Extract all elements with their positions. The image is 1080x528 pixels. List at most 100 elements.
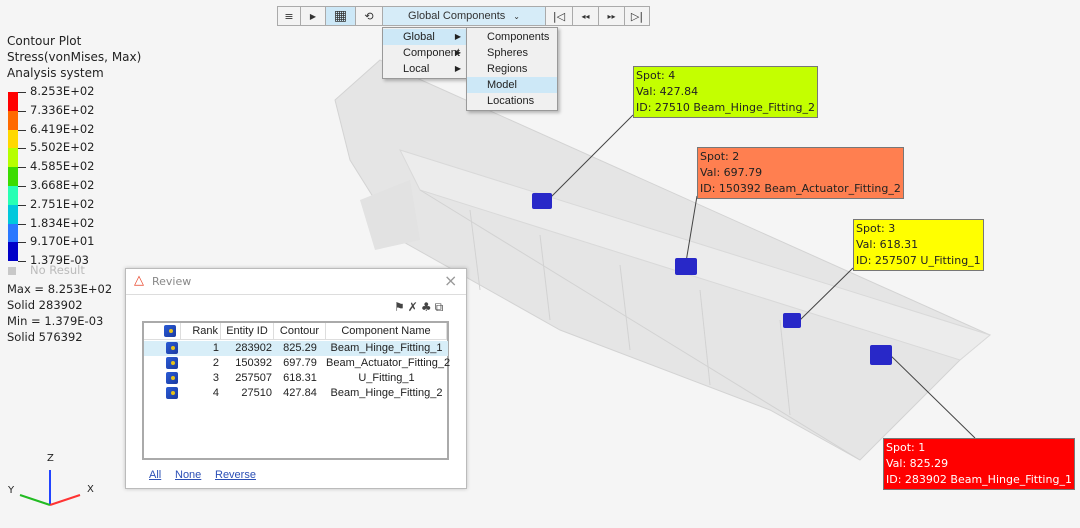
axis-y-label: Y (8, 485, 15, 496)
no-result-swatch (8, 267, 16, 275)
table-row[interactable]: 2 150392 697.79 Beam_Actuator_Fitting_2 (144, 356, 451, 371)
legend-tick (18, 110, 26, 112)
entity-icon (166, 342, 178, 354)
components-icon[interactable]: ♣ (421, 300, 435, 314)
review-tools: ⚑✗♣⧉ (394, 300, 446, 315)
spot-label-1[interactable]: Spot: 1 Val: 825.29 ID: 283902 Beam_Hinge_… (883, 438, 1075, 490)
cell-contour: 697.79 (283, 357, 317, 369)
flag-icon[interactable]: ⚑ (394, 300, 408, 314)
submenu-item-components[interactable]: Components (467, 29, 557, 45)
axis-x-label: X (87, 484, 94, 495)
cell-entity-id: 257507 (235, 372, 272, 384)
header-entity-id[interactable]: Entity ID (221, 323, 274, 340)
contour-legend-title: Contour Plot Stress(vonMises, Max) Analy… (7, 33, 141, 81)
review-dialog: △ Review × ⚑✗♣⧉ Rank Entity ID Contour C… (125, 268, 467, 489)
select-none-link[interactable]: None (175, 469, 201, 481)
spot-number: Spot: 3 (856, 222, 896, 235)
pick-button[interactable]: ⟲ (355, 6, 383, 26)
play-button[interactable]: ▶ (300, 6, 326, 26)
submenu-arrow-icon: ▶ (454, 48, 461, 57)
submenu-item-spheres[interactable]: Spheres (467, 45, 557, 61)
legend-value: 9.170E+01 (30, 234, 95, 249)
header-icon-col (144, 323, 181, 340)
spot-id: ID: 283902 Beam_Hinge_Fitting_1 (886, 473, 1072, 486)
spot-label-3[interactable]: Spot: 3 Val: 618.31 ID: 257507 U_Fitting_1 (853, 219, 984, 271)
spot-value: Val: 618.31 (856, 238, 919, 251)
cell-contour: 618.31 (283, 372, 317, 384)
table-header: Rank Entity ID Contour Component Name (144, 323, 447, 340)
legend-color-band (8, 242, 18, 262)
legend-color-band (8, 148, 18, 168)
menu-item-global[interactable]: Global ▶ (383, 29, 466, 45)
legend-tick (18, 242, 26, 244)
cell-component-name: Beam_Hinge_Fitting_2 (330, 387, 443, 399)
previous-button[interactable]: ◂◂ (572, 6, 599, 26)
menu-item-component[interactable]: Component ▶ (383, 45, 466, 61)
chevron-down-icon: ⌄ (513, 11, 520, 21)
legend-color-band (8, 129, 18, 149)
review-titlebar[interactable]: △ Review × (126, 269, 466, 295)
clear-icon[interactable]: ✗ (408, 300, 421, 314)
submenu-item-locations[interactable]: Locations (467, 93, 557, 109)
menu-item-local[interactable]: Local ▶ (383, 61, 466, 77)
global-submenu: Components Spheres Regions Model Locatio… (466, 27, 558, 111)
menu-item-label: Local (403, 63, 430, 75)
table-row[interactable]: 3 257507 618.31 U_Fitting_1 (144, 371, 448, 386)
cell-component-name: Beam_Actuator_Fitting_2 (326, 357, 451, 369)
dialog-title: Review (152, 275, 192, 288)
axis-z-label: Z (47, 453, 54, 464)
legend-tick (18, 92, 26, 93)
reverse-selection-link[interactable]: Reverse (215, 469, 256, 481)
entity-icon (166, 357, 178, 369)
legend-tick (18, 261, 26, 263)
header-contour[interactable]: Contour (274, 323, 326, 340)
header-rank[interactable]: Rank (181, 323, 221, 340)
cell-rank: 1 (212, 342, 219, 354)
min-entity: Solid 576392 (7, 330, 83, 344)
legend-title-line: Contour Plot (7, 34, 82, 48)
entity-icon (164, 325, 176, 337)
global-components-dropdown[interactable]: Global Components ⌄ (382, 6, 546, 26)
fitting-spot-4 (532, 193, 552, 209)
table-row[interactable]: 4 27510 427.84 Beam_Hinge_Fitting_2 (144, 386, 448, 401)
header-component-name[interactable]: Component Name (326, 323, 447, 340)
table-button[interactable]: ▦ (325, 6, 356, 26)
cell-contour: 427.84 (283, 387, 317, 399)
last-button[interactable]: ▷| (624, 6, 650, 26)
entity-icon (166, 387, 178, 399)
cell-entity-id: 150392 (235, 357, 272, 369)
spot-number: Spot: 1 (886, 441, 926, 454)
fitting-spot-3 (783, 313, 801, 328)
menu-item-label: Global (403, 31, 435, 43)
submenu-item-regions[interactable]: Regions (467, 61, 557, 77)
submenu-item-model[interactable]: Model (467, 77, 557, 93)
cell-contour: 825.29 (283, 342, 317, 354)
spot-number: Spot: 2 (700, 150, 740, 163)
cell-rank: 4 (212, 387, 219, 399)
results-table: Rank Entity ID Contour Component Name 1 … (142, 321, 451, 460)
spot-label-2[interactable]: Spot: 2 Val: 697.79 ID: 150392 Beam_Actuat… (697, 147, 904, 199)
spot-value: Val: 427.84 (636, 85, 699, 98)
legend-color-band (8, 110, 18, 130)
legend-value: 8.253E+02 (30, 84, 95, 98)
spot-number: Spot: 4 (636, 69, 676, 82)
legend-color-band (8, 204, 18, 224)
spot-label-4[interactable]: Spot: 4 Val: 427.84 ID: 27510 Beam_Hinge_F… (633, 66, 818, 118)
submenu-arrow-icon: ▶ (454, 32, 461, 41)
spot-value: Val: 825.29 (886, 457, 949, 470)
fitting-spot-2 (675, 258, 697, 275)
spot-id: ID: 27510 Beam_Hinge_Fitting_2 (636, 101, 815, 114)
popout-icon[interactable]: ⧉ (435, 300, 447, 314)
legend-value: 5.502E+02 (30, 140, 95, 155)
legend-tick (18, 167, 26, 169)
first-button[interactable]: |◁ (545, 6, 573, 26)
next-button[interactable]: ▸▸ (598, 6, 625, 26)
select-all-link[interactable]: All (149, 469, 161, 481)
spot-value: Val: 697.79 (700, 166, 763, 179)
legend-tick (18, 186, 26, 187)
cell-component-name: Beam_Hinge_Fitting_1 (330, 342, 443, 354)
table-row[interactable]: 1 283902 825.29 Beam_Hinge_Fitting_1 (144, 341, 448, 356)
legend-title-line: Analysis system (7, 66, 104, 80)
menu-button[interactable]: ≡ (277, 6, 301, 26)
close-icon[interactable]: × (444, 271, 457, 290)
